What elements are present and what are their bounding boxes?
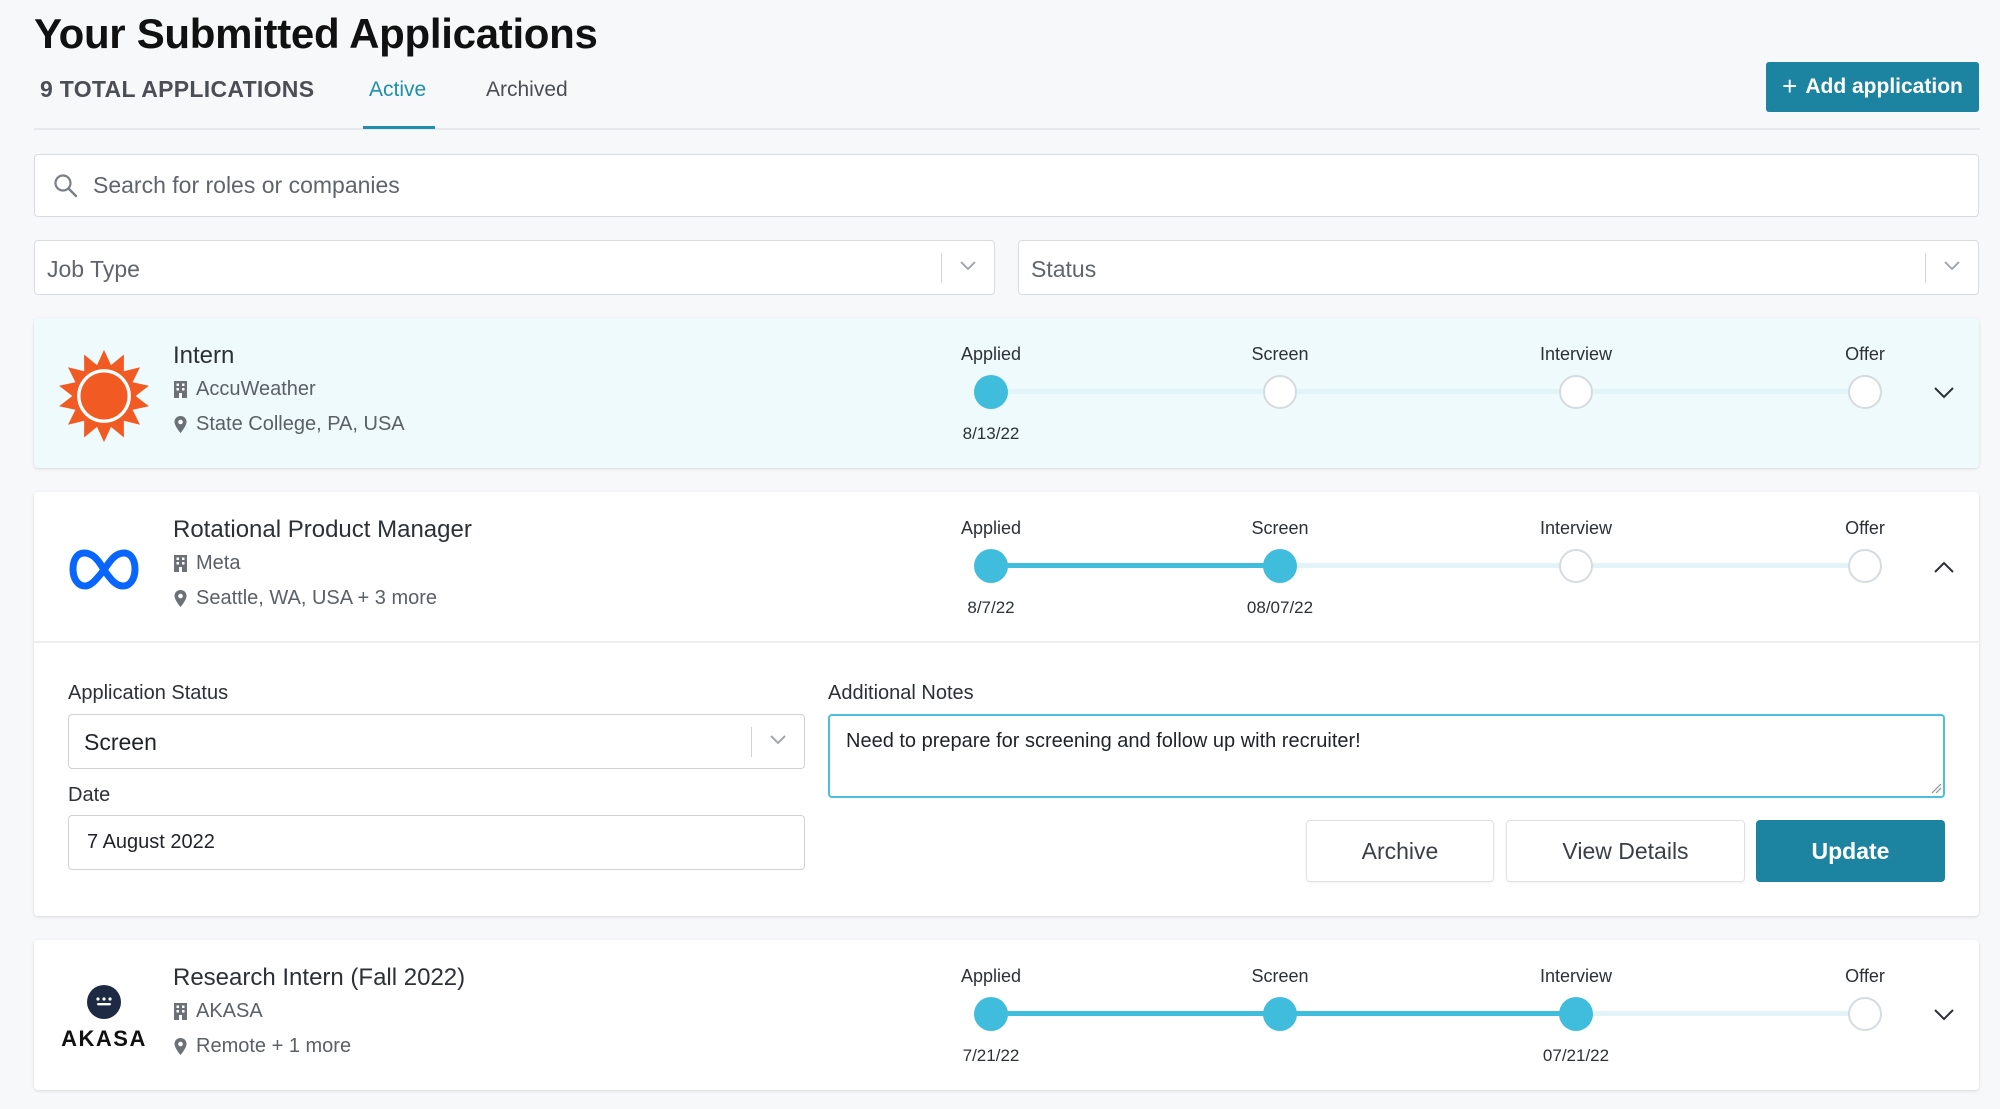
application-status-label: Application Status (68, 682, 229, 704)
update-button[interactable]: Update (1756, 820, 1945, 882)
plus-icon: + (1782, 71, 1798, 101)
stage-dot-screen[interactable] (1263, 375, 1297, 409)
stage-label-offer: Offer (1845, 518, 1885, 538)
stage-label-screen: Screen (1251, 966, 1309, 986)
status-placeholder: Status (1031, 256, 1097, 282)
additional-notes-label: Additional Notes (828, 682, 974, 704)
stage-date: 08/07/22 (1246, 598, 1314, 617)
date-label: Date (68, 784, 111, 806)
stage-dot-offer[interactable] (1848, 549, 1882, 583)
active-tab-indicator (363, 126, 435, 129)
stage-date: 8/7/22 (967, 598, 1015, 617)
progress-track-segment (1576, 1011, 1865, 1016)
stage-dot-applied[interactable] (974, 375, 1008, 409)
progress-track-segment (1576, 563, 1865, 568)
progress-tracker: Applied 7/21/22 Screen Interview 07/21/22 Off… (34, 940, 1979, 1090)
progress-track-segment (1280, 389, 1576, 394)
tab-bar: 9 TOTAL APPLICATIONS Active Archived (34, 70, 1980, 130)
stage-label-offer: Offer (1845, 344, 1885, 364)
chevron-down-icon (1934, 387, 1954, 399)
stage-label-applied: Applied (960, 518, 1022, 538)
tab-active[interactable]: Active (369, 78, 426, 102)
archive-button[interactable]: Archive (1306, 820, 1494, 882)
chevron-up-icon (1934, 561, 1954, 573)
application-status-value: Screen (84, 729, 157, 755)
resize-handle-icon[interactable] (1930, 782, 1942, 794)
collapse-toggle[interactable] (1929, 552, 1959, 582)
expand-toggle[interactable] (1929, 1000, 1959, 1030)
application-card[interactable]: Intern AccuWeather State College, PA, US… (34, 318, 1979, 468)
add-application-button[interactable]: + Add application (1766, 62, 1979, 112)
select-separator (1924, 253, 1926, 283)
stage-date: 07/21/22 (1542, 1046, 1610, 1065)
stage-dot-applied[interactable] (974, 997, 1008, 1031)
tab-archived[interactable]: Archived (486, 78, 568, 102)
job-type-select[interactable]: Job Type (34, 240, 995, 295)
stage-label-applied: Applied (960, 344, 1022, 364)
stage-label-interview: Interview (1539, 344, 1613, 364)
stage-dot-screen[interactable] (1263, 549, 1297, 583)
stage-dot-interview[interactable] (1559, 375, 1593, 409)
application-card[interactable]: AKASA Research Intern (Fall 2022) AKASA … (34, 940, 1979, 1090)
stage-dot-screen[interactable] (1263, 997, 1297, 1031)
chevron-down-icon (1934, 1009, 1954, 1021)
additional-notes-textarea[interactable]: Need to prepare for screening and follow… (828, 714, 1945, 798)
expand-toggle[interactable] (1929, 378, 1959, 408)
application-status-select[interactable]: Screen (68, 714, 805, 769)
progress-track-segment (1280, 563, 1576, 568)
chevron-down-icon (1944, 261, 1960, 271)
progress-tracker: Applied 8/13/22 Screen Interview Offer (34, 318, 1979, 468)
chevron-down-icon (960, 261, 976, 271)
progress-track-segment (1280, 1011, 1576, 1016)
stage-dot-interview[interactable] (1559, 549, 1593, 583)
add-application-label: Add application (1805, 75, 1963, 98)
status-filter-select[interactable]: Status (1018, 240, 1979, 295)
page-title: Your Submitted Applications (34, 10, 598, 57)
chevron-down-icon (770, 735, 786, 745)
progress-track-segment (991, 563, 1280, 568)
search-input[interactable] (93, 155, 1943, 215)
stage-date: 7/21/22 (962, 1046, 1020, 1065)
progress-track-segment (1576, 389, 1865, 394)
stage-label-interview: Interview (1539, 518, 1613, 538)
stage-date: 8/13/22 (962, 424, 1020, 443)
view-details-button[interactable]: View Details (1506, 820, 1745, 882)
select-separator (940, 253, 942, 283)
search-box (34, 154, 1979, 217)
stage-label-applied: Applied (960, 966, 1022, 986)
stage-dot-offer[interactable] (1848, 375, 1882, 409)
date-input[interactable] (68, 815, 805, 870)
card-divider (34, 641, 1979, 643)
select-separator (750, 727, 752, 757)
stage-label-screen: Screen (1251, 518, 1309, 538)
total-applications-count: 9 TOTAL APPLICATIONS (40, 76, 315, 102)
search-icon (54, 174, 78, 198)
stage-label-interview: Interview (1539, 966, 1613, 986)
stage-dot-applied[interactable] (974, 549, 1008, 583)
stage-label-offer: Offer (1845, 966, 1885, 986)
stage-dot-offer[interactable] (1848, 997, 1882, 1031)
progress-track-segment (991, 389, 1280, 394)
job-type-placeholder: Job Type (47, 256, 140, 282)
progress-track-segment (991, 1011, 1280, 1016)
application-card-expanded[interactable]: Rotational Product Manager Meta Seattle,… (34, 492, 1979, 916)
stage-label-screen: Screen (1251, 344, 1309, 364)
stage-dot-interview[interactable] (1559, 997, 1593, 1031)
